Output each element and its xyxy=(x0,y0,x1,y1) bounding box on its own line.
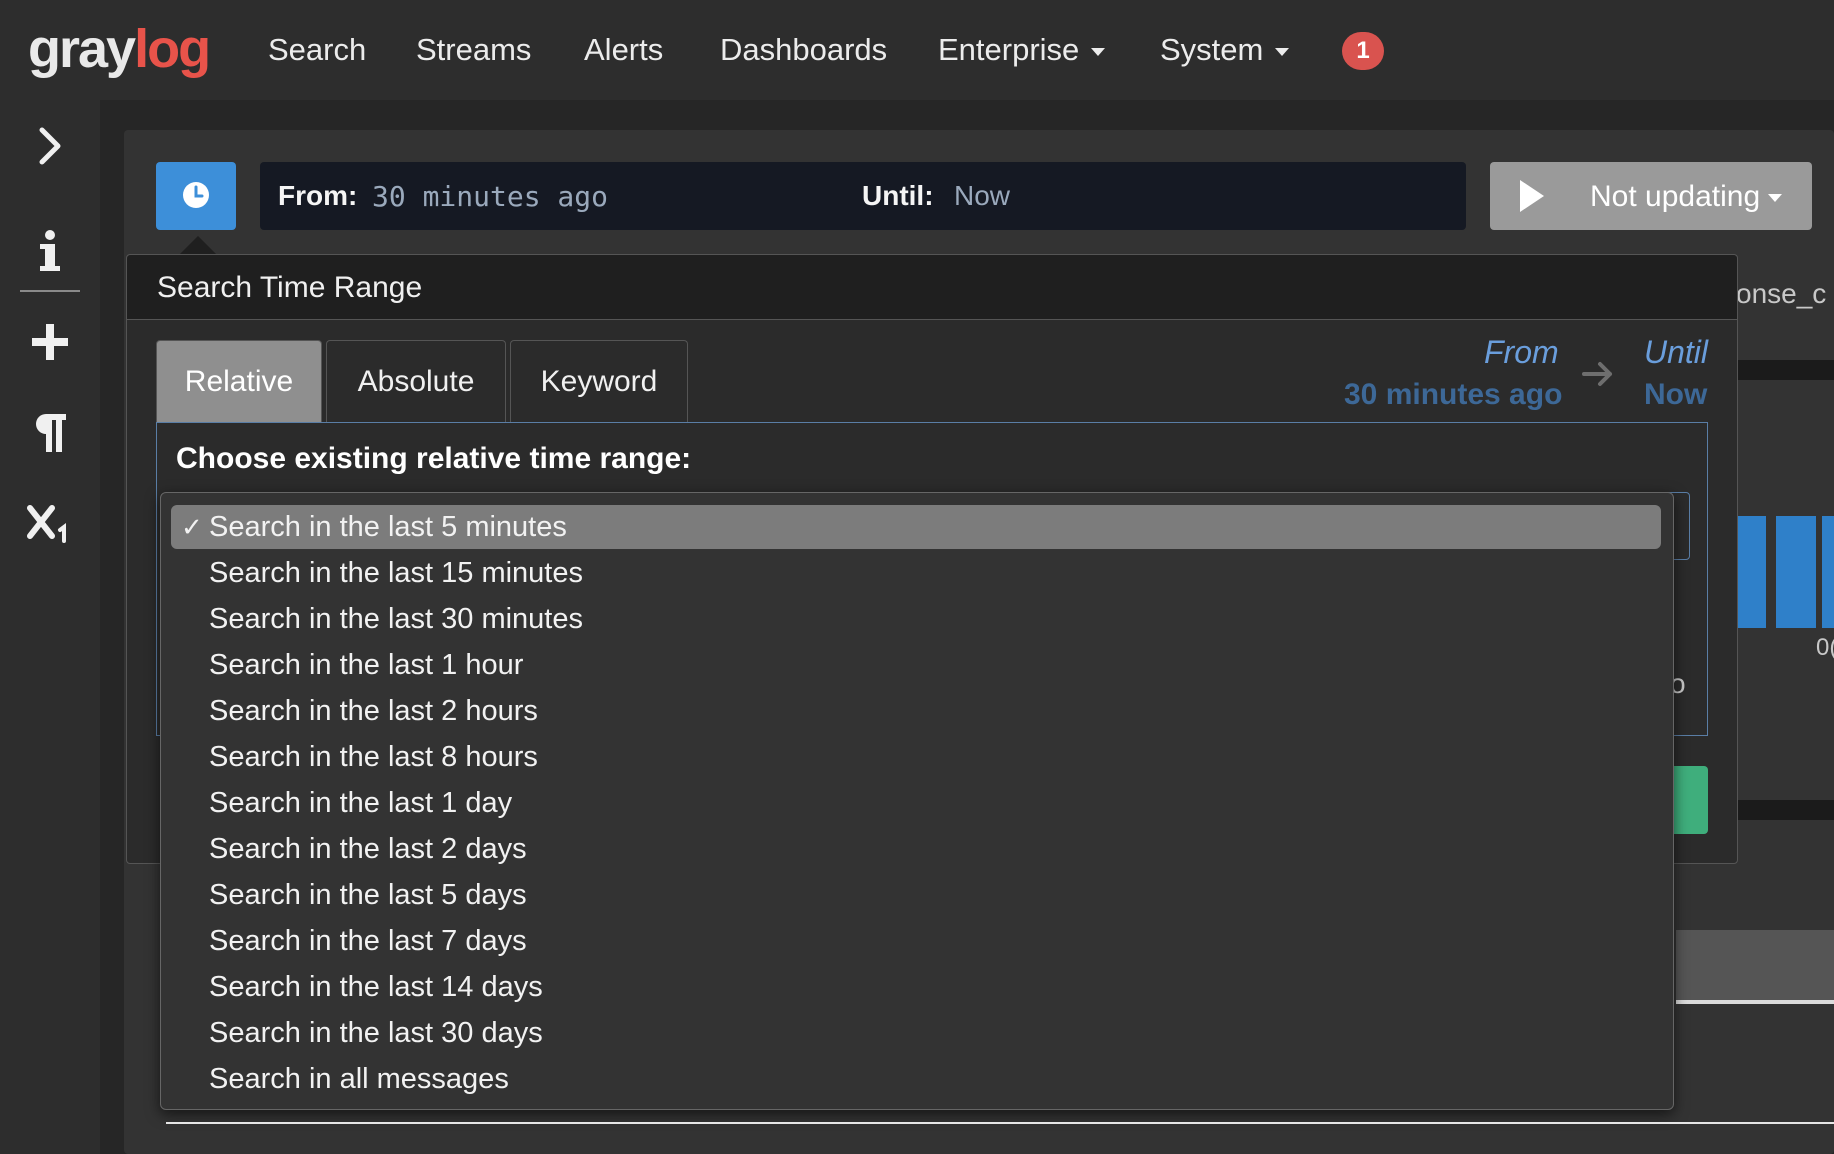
option-all-messages[interactable]: Search in all messages xyxy=(171,1057,1661,1101)
timerange-toggle-button[interactable] xyxy=(156,162,236,230)
until-label: Until: xyxy=(862,180,934,211)
background-bar xyxy=(1736,360,1834,380)
option-last-30-days[interactable]: Search in the last 30 days xyxy=(171,1011,1661,1055)
option-last-2-hours[interactable]: Search in the last 2 hours xyxy=(171,689,1661,733)
timerange-display[interactable]: From: 30 minutes ago Until: Now xyxy=(260,162,1466,230)
clock-icon xyxy=(183,182,209,208)
graylog-logo[interactable]: graylog xyxy=(28,14,211,84)
option-last-5-minutes[interactable]: ✓ Search in the last 5 minutes xyxy=(171,505,1661,549)
divider-line xyxy=(166,1122,1834,1124)
from-label: From: xyxy=(278,180,358,211)
nav-streams[interactable]: Streams xyxy=(416,28,531,72)
summary-from-label: From xyxy=(1484,334,1559,370)
play-icon xyxy=(1520,180,1544,212)
histogram-bar xyxy=(1736,516,1766,628)
popover-arrow xyxy=(180,236,216,254)
refresh-toggle-button[interactable]: Not updating xyxy=(1490,162,1812,230)
subscript-icon[interactable] xyxy=(22,494,78,550)
background-field-snippet: onse_c xyxy=(1736,278,1827,309)
histogram-bar xyxy=(1776,516,1816,628)
summary-from-value: 30 minutes ago xyxy=(1344,378,1563,411)
nav-dashboards[interactable]: Dashboards xyxy=(720,28,887,72)
popover-header: Search Time Range xyxy=(127,255,1737,320)
histogram-bar xyxy=(1822,516,1834,628)
arrow-right-icon xyxy=(1582,362,1612,386)
option-last-14-days[interactable]: Search in the last 14 days xyxy=(171,965,1661,1009)
tab-keyword[interactable]: Keyword xyxy=(510,340,688,423)
info-icon[interactable] xyxy=(22,224,78,280)
option-last-7-days[interactable]: Search in the last 7 days xyxy=(171,919,1661,963)
summary-until-label: Until xyxy=(1644,334,1709,370)
from-value: 30 minutes ago xyxy=(372,180,609,213)
chevron-down-icon xyxy=(1091,47,1106,56)
nav-search[interactable]: Search xyxy=(268,28,366,72)
background-line xyxy=(1676,1000,1834,1004)
chevron-right-icon[interactable] xyxy=(22,118,78,174)
nav-enterprise-dropdown[interactable]: Enterprise xyxy=(938,28,1106,72)
choose-range-label: Choose existing relative time range: xyxy=(176,442,692,475)
sidebar xyxy=(0,100,100,1154)
option-last-5-days[interactable]: Search in the last 5 days xyxy=(171,873,1661,917)
chevron-down-icon xyxy=(1768,194,1783,203)
option-last-30-minutes[interactable]: Search in the last 30 minutes xyxy=(171,597,1661,641)
refresh-label: Not updating xyxy=(1590,180,1783,214)
plus-icon[interactable] xyxy=(22,314,78,370)
option-last-1-day[interactable]: Search in the last 1 day xyxy=(171,781,1661,825)
range-options-dropdown: ✓ Search in the last 5 minutes Search in … xyxy=(160,492,1674,1110)
option-last-1-hour[interactable]: Search in the last 1 hour xyxy=(171,643,1661,687)
paragraph-icon[interactable] xyxy=(22,404,78,460)
sidebar-divider xyxy=(20,290,80,292)
nav-alerts[interactable]: Alerts xyxy=(584,28,663,72)
background-block xyxy=(1676,930,1834,1002)
top-navbar: graylog Search Streams Alerts Dashboards… xyxy=(0,0,1834,100)
chevron-down-icon xyxy=(1275,47,1290,56)
popover-title: Search Time Range xyxy=(157,271,423,304)
until-value: Now xyxy=(954,180,1011,211)
option-last-8-hours[interactable]: Search in the last 8 hours xyxy=(171,735,1661,779)
notification-badge[interactable]: 1 xyxy=(1342,32,1384,70)
tab-absolute[interactable]: Absolute xyxy=(326,340,506,423)
check-icon: ✓ xyxy=(181,512,203,542)
summary-until-value: Now xyxy=(1644,378,1708,411)
option-last-15-minutes[interactable]: Search in the last 15 minutes xyxy=(171,551,1661,595)
background-bar xyxy=(1736,800,1834,820)
option-last-2-days[interactable]: Search in the last 2 days xyxy=(171,827,1661,871)
axis-tick-snippet: 0( xyxy=(1816,634,1834,661)
nav-system-dropdown[interactable]: System xyxy=(1160,28,1290,72)
tab-relative[interactable]: Relative xyxy=(156,340,322,423)
